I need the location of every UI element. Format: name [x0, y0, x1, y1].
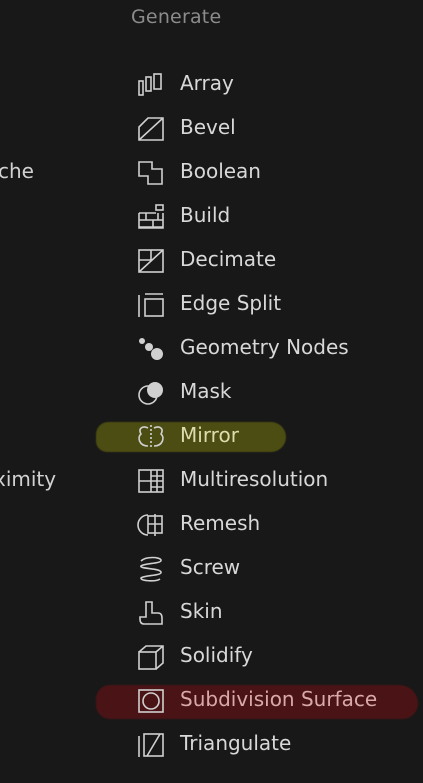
- solidify-icon: [136, 643, 166, 671]
- menu-item-subdivision-surface[interactable]: Subdivision Surface: [0, 678, 423, 722]
- skin-icon: [136, 599, 166, 627]
- menu-item-label: Subdivision Surface: [180, 687, 378, 711]
- menu-item-triangulate[interactable]: Triangulate: [0, 722, 423, 766]
- array-icon: [136, 71, 166, 99]
- menu-item-skin[interactable]: Skin: [0, 590, 423, 634]
- menu-item-label: Screw: [180, 555, 241, 579]
- menu-item-label: Multiresolution: [180, 467, 329, 491]
- menu-item-mirror[interactable]: Mirror: [0, 414, 423, 458]
- menu-item-solidify[interactable]: Solidify: [0, 634, 423, 678]
- menu-item-boolean[interactable]: Boolean: [0, 150, 423, 194]
- menu-item-label: Triangulate: [180, 731, 292, 755]
- geometry-nodes-icon: [136, 335, 166, 363]
- menu-item-label: Edge Split: [180, 291, 282, 315]
- menu-item-build[interactable]: Build: [0, 194, 423, 238]
- subdivision-surface-icon: [136, 687, 166, 715]
- boolean-icon: [136, 159, 166, 187]
- menu-item-mask[interactable]: Mask: [0, 370, 423, 414]
- menu-item-bevel[interactable]: Bevel: [0, 106, 423, 150]
- menu-item-label: Geometry Nodes: [180, 335, 349, 359]
- triangulate-icon: [136, 731, 166, 759]
- menu-item-remesh[interactable]: Remesh: [0, 502, 423, 546]
- menu-item-label: Remesh: [180, 511, 261, 535]
- screw-icon: [136, 555, 166, 583]
- menu-item-edge-split[interactable]: Edge Split: [0, 282, 423, 326]
- menu-item-screw[interactable]: Screw: [0, 546, 423, 590]
- menu-item-label: Boolean: [180, 159, 261, 183]
- menu-item-label: Mirror: [180, 423, 239, 447]
- decimate-icon: [136, 247, 166, 275]
- menu-item-label: Skin: [180, 599, 223, 623]
- mirror-icon: [136, 423, 166, 451]
- menu-item-label: Solidify: [180, 643, 253, 667]
- build-icon: [136, 203, 166, 231]
- edge-split-icon: [136, 291, 166, 319]
- menu-item-geometry-nodes[interactable]: Geometry Nodes: [0, 326, 423, 370]
- menu-header: Generate: [131, 6, 222, 28]
- menu-item-label: Build: [180, 203, 231, 227]
- remesh-icon: [136, 511, 166, 539]
- menu-item-label: Bevel: [180, 115, 236, 139]
- menu-item-decimate[interactable]: Decimate: [0, 238, 423, 282]
- menu-item-array[interactable]: Array: [0, 62, 423, 106]
- menu-item-multiresolution[interactable]: Multiresolution: [0, 458, 423, 502]
- menu-item-label: Decimate: [180, 247, 277, 271]
- menu-item-label: Array: [180, 71, 234, 95]
- mask-icon: [136, 379, 166, 407]
- bevel-icon: [136, 115, 166, 143]
- multiresolution-icon: [136, 467, 166, 495]
- menu-item-label: Mask: [180, 379, 232, 403]
